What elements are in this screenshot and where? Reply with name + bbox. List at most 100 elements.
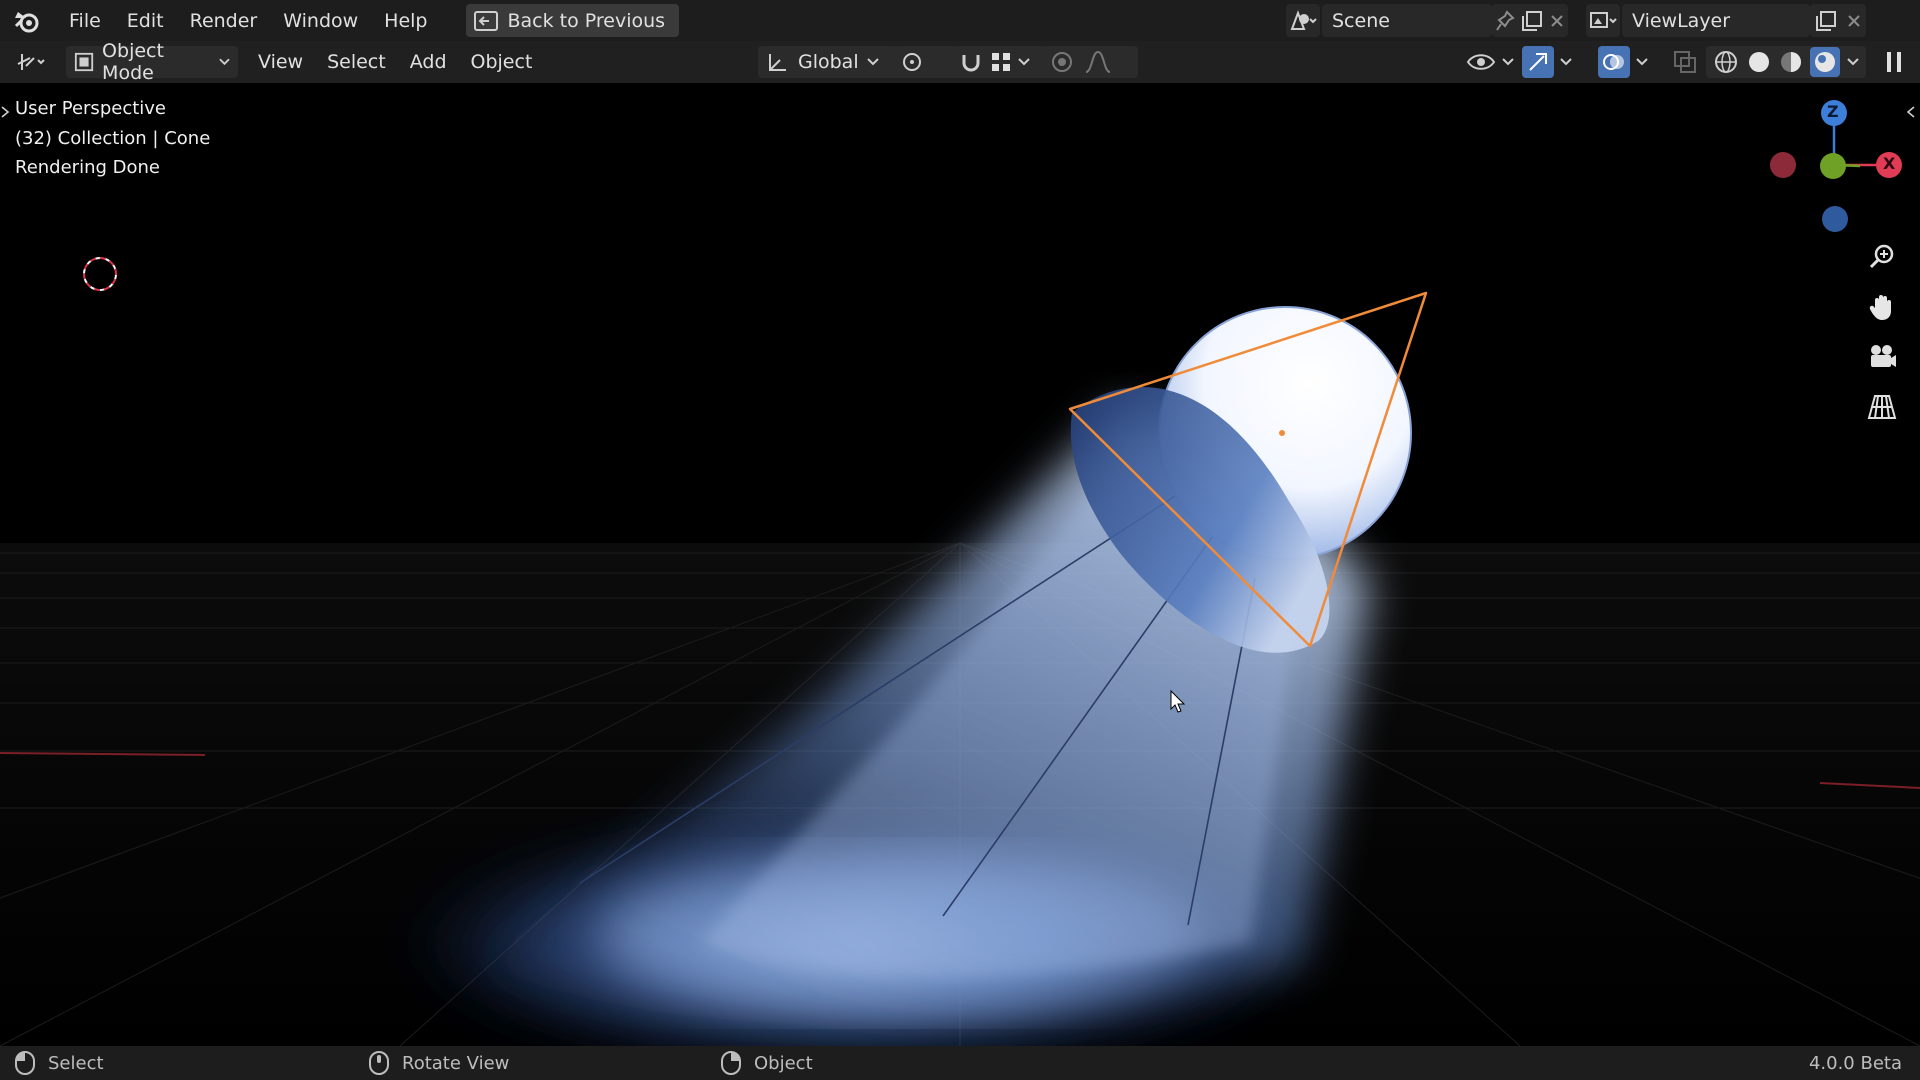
- mouse-right-click-icon: [721, 1051, 741, 1075]
- scene-icon: [1290, 9, 1317, 30]
- status-object: Object: [720, 1050, 813, 1076]
- close-scene-icon[interactable]: [1549, 13, 1565, 29]
- camera-view-button[interactable]: [1862, 337, 1902, 377]
- gizmo-toggle[interactable]: [1522, 46, 1572, 78]
- gizmo-icon: [1529, 53, 1547, 71]
- falloff-curve-icon: [1085, 50, 1111, 73]
- status-select: Select: [14, 1050, 104, 1076]
- zoom-icon: [1869, 244, 1894, 269]
- pause-icon: [1887, 52, 1901, 72]
- rendered-shading-button[interactable]: [1810, 47, 1841, 77]
- top-bar: File Edit Render Window Help Back to Pre…: [0, 0, 1920, 41]
- snap-magnet-icon: [962, 55, 980, 72]
- menu-help[interactable]: Help: [371, 0, 440, 41]
- object-mode-icon: [74, 52, 94, 72]
- menu-window[interactable]: Window: [270, 0, 371, 41]
- 3d-cursor: [83, 257, 117, 291]
- menu-render[interactable]: Render: [177, 0, 271, 41]
- menu-edit[interactable]: Edit: [114, 0, 177, 41]
- shading-modes: [1706, 46, 1866, 78]
- object-mode-dropdown[interactable]: Object Mode: [66, 40, 238, 84]
- rendered-scene: [0, 100, 1920, 1046]
- back-to-previous-label: Back to Previous: [507, 9, 666, 32]
- menu-object[interactable]: Object: [459, 51, 545, 73]
- object-origin-dot: [1279, 430, 1285, 436]
- viewlayer-icon: [1590, 11, 1617, 28]
- gizmo-active-bg: [1522, 46, 1554, 78]
- solid-shading-icon[interactable]: [1746, 49, 1772, 75]
- viewport-render-status: Rendering Done: [15, 157, 160, 178]
- new-viewlayer-icon[interactable]: [1815, 10, 1837, 32]
- viewport-collection-label: (32) Collection | Cone: [15, 128, 211, 149]
- xray-toggle[interactable]: [1672, 46, 1698, 78]
- back-arrow-icon: [473, 10, 498, 31]
- transform-orientation-dropdown[interactable]: Global: [758, 46, 900, 78]
- proportional-editing[interactable]: [1044, 46, 1138, 78]
- negative-x-axis-ball[interactable]: [1770, 152, 1796, 178]
- mouse-left-click-icon: [15, 1051, 35, 1075]
- blender-logo-icon[interactable]: [12, 6, 42, 36]
- perspective-grid-icon: [1867, 395, 1897, 419]
- viewlayer-actions: [1810, 4, 1866, 37]
- close-viewlayer-icon[interactable]: [1846, 13, 1862, 29]
- snap-grid-icon: [992, 53, 1010, 71]
- chevron-down-icon: [866, 58, 879, 66]
- scene-name-field[interactable]: Scene: [1322, 4, 1492, 37]
- toggle-projection-button[interactable]: [1862, 387, 1902, 427]
- object-mode-label: Object Mode: [102, 40, 164, 84]
- mouse-middle-click-icon: [369, 1051, 389, 1075]
- xray-icon: [1674, 51, 1696, 73]
- hand-icon: [1869, 295, 1891, 320]
- sidebar-expand-icon[interactable]: [1906, 105, 1916, 119]
- 3d-viewport-icon: [17, 54, 45, 70]
- pin-icon[interactable]: [1495, 9, 1515, 32]
- scene-actions: [1492, 4, 1568, 37]
- viewlayer-name-field[interactable]: ViewLayer: [1622, 4, 1810, 37]
- menu-file[interactable]: File: [56, 0, 114, 41]
- menu-view[interactable]: View: [246, 51, 315, 73]
- chevron-down-icon: [1636, 58, 1648, 66]
- toolbar-expand-icon[interactable]: [0, 105, 10, 119]
- status-select-label: Select: [48, 1052, 104, 1074]
- version-label: 4.0.0 Beta: [1808, 1052, 1902, 1074]
- menu-select[interactable]: Select: [315, 51, 398, 73]
- new-scene-icon[interactable]: [1521, 10, 1543, 32]
- overlays-toggle[interactable]: [1598, 46, 1648, 78]
- pan-view-button[interactable]: [1862, 287, 1902, 327]
- pause-render-button[interactable]: [1878, 46, 1910, 78]
- material-shading-icon[interactable]: [1778, 49, 1804, 75]
- snap-controls[interactable]: [952, 46, 1048, 78]
- pivot-point-dropdown[interactable]: [894, 46, 956, 78]
- camera-icon: [1871, 345, 1896, 367]
- pivot-point-icon: [903, 53, 921, 71]
- wireframe-shading-icon[interactable]: [1713, 49, 1739, 75]
- orientation-label: Global: [798, 51, 859, 73]
- editor-type-button[interactable]: [10, 46, 54, 78]
- menu-add[interactable]: Add: [398, 51, 459, 73]
- overlays-active-bg: [1598, 46, 1630, 78]
- chevron-down-icon[interactable]: [1847, 57, 1859, 67]
- scene-name: Scene: [1332, 9, 1390, 32]
- status-bar: Select Rotate View Object 4.0.0 Beta: [0, 1046, 1920, 1080]
- viewport-header: Object Mode View Select Add Object Globa…: [0, 40, 1920, 84]
- rendered-shading-icon: [1815, 52, 1836, 72]
- eye-icon: [1466, 54, 1496, 70]
- status-rotate-label: Rotate View: [402, 1052, 510, 1074]
- chevron-down-icon: [219, 58, 230, 66]
- viewlayer-browse-button[interactable]: [1586, 4, 1620, 37]
- visibility-dropdown[interactable]: [1466, 46, 1514, 78]
- chevron-down-icon: [1502, 58, 1514, 66]
- status-rotate-view: Rotate View: [368, 1050, 509, 1076]
- viewlayer-name: ViewLayer: [1632, 9, 1731, 32]
- status-object-label: Object: [754, 1052, 813, 1074]
- global-orientation-icon: [769, 54, 786, 71]
- negative-z-axis-ball[interactable]: [1822, 206, 1848, 232]
- back-to-previous-button[interactable]: Back to Previous: [465, 4, 680, 37]
- y-axis-ball[interactable]: [1820, 153, 1846, 179]
- gizmo-x-label: X: [1883, 154, 1896, 173]
- 3d-viewport[interactable]: Z X User Perspective (32) Collection | C…: [0, 83, 1920, 1046]
- proportional-edit-icon: [1052, 52, 1072, 72]
- scene-browse-button[interactable]: [1286, 4, 1320, 37]
- overlays-icon: [1603, 54, 1624, 70]
- zoom-view-button[interactable]: [1862, 237, 1902, 277]
